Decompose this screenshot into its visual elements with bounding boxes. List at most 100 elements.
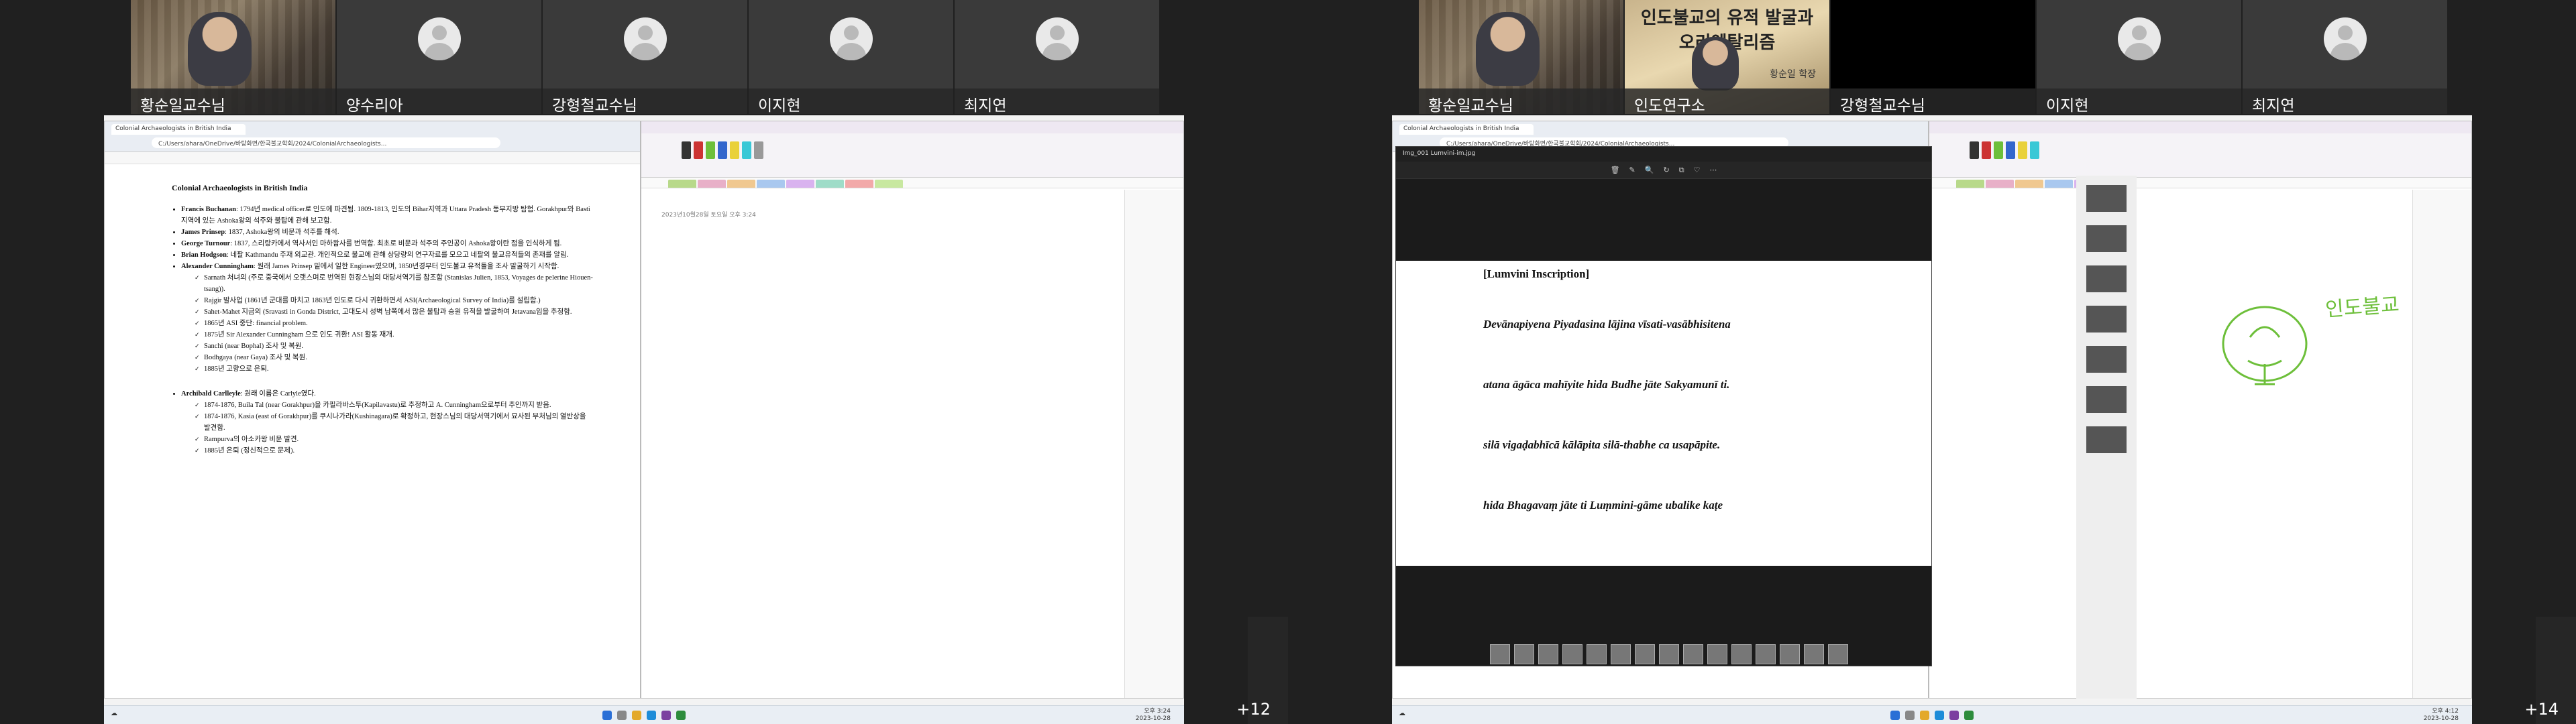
section-tab[interactable] (1956, 180, 1984, 188)
delete-icon[interactable]: 🗑 (1611, 166, 1620, 174)
onenote-icon[interactable] (661, 710, 671, 720)
filmstrip-thumb[interactable] (1562, 644, 1582, 664)
eraser-tool[interactable] (754, 141, 763, 159)
section-tabs (641, 178, 1183, 188)
filmstrip-thumb[interactable] (1731, 644, 1752, 664)
inscription-image: [Lumvini Inscription] Devānapiyena Piyad… (1396, 261, 1931, 566)
participant-tile[interactable]: 최지연 (2243, 0, 2447, 114)
zoom-icon[interactable]: 🔍 (1645, 166, 1654, 174)
address-bar[interactable]: C:/Users/ahara/OneDrive/바탕화면/한국불교학회/2024… (152, 137, 500, 148)
pen-green[interactable] (1994, 141, 2003, 159)
highlighter-yellow[interactable] (2018, 141, 2027, 159)
search-icon[interactable] (1905, 710, 1915, 720)
filmstrip-thumb[interactable] (1756, 644, 1776, 664)
pen-black[interactable] (682, 141, 691, 159)
note-canvas[interactable]: 인도불교 (1929, 190, 2412, 698)
participant-name: 양수리아 (337, 88, 541, 114)
sub-item: 1885년 은퇴 (정신적으로 문제). (195, 445, 593, 457)
thumbnail[interactable] (2086, 426, 2127, 453)
filmstrip-thumb[interactable] (1780, 644, 1800, 664)
sub-item: 1865년 ASI 중단: financial problem. (195, 318, 593, 329)
app-icon[interactable] (676, 710, 686, 720)
filmstrip-thumb[interactable] (1683, 644, 1703, 664)
participant-tile[interactable]: 최지연 (955, 0, 1159, 114)
explorer-icon[interactable] (632, 710, 641, 720)
thumbnail[interactable] (2086, 225, 2127, 252)
sub-item: Rajgir 발사업 (1861년 군대를 마치고 1863년 인도로 다시 귀… (195, 295, 593, 306)
filmstrip-thumb[interactable] (1490, 644, 1510, 664)
favorite-icon[interactable]: ♡ (1694, 166, 1701, 174)
section-tab[interactable] (2045, 180, 2073, 188)
thumbnail[interactable] (2086, 346, 2127, 373)
participant-tile[interactable]: 황순일교수님 (131, 0, 335, 114)
filmstrip-thumb[interactable] (1611, 644, 1631, 664)
participant-tile[interactable]: 황순일교수님 (1419, 0, 1623, 114)
more-participants-count[interactable]: +12 (1236, 700, 1271, 719)
list-item: James Prinsep: 1837, Ashoka왕의 비문과 석주를 해석… (181, 227, 593, 238)
pen-red[interactable] (1982, 141, 1991, 159)
filmstrip-thumb[interactable] (1828, 644, 1848, 664)
section-tab[interactable] (698, 180, 726, 188)
more-icon[interactable]: ⋯ (1709, 166, 1717, 174)
participant-tile[interactable]: 강형철교수님 (543, 0, 747, 114)
browser-icon[interactable] (647, 710, 656, 720)
section-tab[interactable] (816, 180, 844, 188)
taskbar-clock[interactable]: 오후 4:12 2023-10-28 (2424, 708, 2459, 723)
browser-tab[interactable]: Colonial Archaeologists in British India (1399, 124, 1534, 135)
rotate-icon[interactable]: ↻ (1663, 166, 1669, 174)
section-tab[interactable] (786, 180, 814, 188)
browser-icon[interactable] (1935, 710, 1944, 720)
more-participants-count[interactable]: +14 (2524, 700, 2559, 719)
participant-tile[interactable]: 인도불교의 유적 발굴과 오리엔탈리즘 황순일 학장 인도연구소 (1625, 0, 1829, 114)
participant-tile[interactable]: 이지현 (749, 0, 953, 114)
weather-widget[interactable]: ☁ (111, 710, 117, 717)
pen-green[interactable] (706, 141, 715, 159)
section-tab[interactable] (875, 180, 903, 188)
app-icon[interactable] (1964, 710, 1974, 720)
browser-tab[interactable]: Colonial Archaeologists in British India (111, 124, 246, 135)
filmstrip-thumb[interactable] (1804, 644, 1824, 664)
search-icon[interactable] (617, 710, 627, 720)
filmstrip-thumb[interactable] (1659, 644, 1679, 664)
pen-red[interactable] (694, 141, 703, 159)
highlighter-yellow[interactable] (730, 141, 739, 159)
section-tab[interactable] (757, 180, 785, 188)
weather-widget[interactable]: ☁ (1399, 710, 1405, 717)
participant-tile[interactable]: 양수리아 (337, 0, 541, 114)
pen-blue[interactable] (718, 141, 727, 159)
note-canvas[interactable]: 2023년10월28일 토요일 오후 3:24 (641, 190, 1124, 698)
edit-icon[interactable]: ✎ (1629, 166, 1635, 174)
start-icon[interactable] (1890, 710, 1900, 720)
highlighter-cyan[interactable] (742, 141, 751, 159)
thumbnail[interactable] (2086, 386, 2127, 413)
filmstrip (1490, 644, 1848, 664)
section-tab[interactable] (845, 180, 873, 188)
thumbnail[interactable] (2086, 306, 2127, 333)
filmstrip-thumb[interactable] (1707, 644, 1727, 664)
highlighter-cyan[interactable] (2030, 141, 2039, 159)
pen-blue[interactable] (2006, 141, 2015, 159)
thumbnail[interactable] (2086, 265, 2127, 292)
participant-name: 강형철교수님 (1831, 88, 2035, 114)
taskbar-clock[interactable]: 오후 3:24 2023-10-28 (1136, 708, 1171, 723)
inscription-line: atana āgāca mahīyite hida Budhe jāte Sak… (1483, 378, 1730, 391)
participant-tile[interactable]: 강형철교수님 (1831, 0, 2035, 114)
pen-black[interactable] (1970, 141, 1979, 159)
filmstrip-thumb[interactable] (1587, 644, 1607, 664)
onenote-icon[interactable] (1949, 710, 1959, 720)
section-tab[interactable] (668, 180, 696, 188)
browser-toolbar: Colonial Archaeologists in British India… (105, 121, 640, 152)
filmstrip-thumb[interactable] (1538, 644, 1558, 664)
thumbnail[interactable] (2086, 185, 2127, 212)
section-tab[interactable] (727, 180, 755, 188)
copy-icon[interactable]: ⧉ (1679, 166, 1684, 175)
section-tab[interactable] (1986, 180, 2014, 188)
start-icon[interactable] (602, 710, 612, 720)
filmstrip-thumb[interactable] (1514, 644, 1534, 664)
participant-tile[interactable]: 이지현 (2037, 0, 2241, 114)
explorer-icon[interactable] (1920, 710, 1929, 720)
participant-video (1476, 12, 1540, 86)
filmstrip-thumb[interactable] (1635, 644, 1655, 664)
onenote-window: 2023년10월28일 토요일 오후 3:24 (641, 121, 1184, 699)
section-tab[interactable] (2015, 180, 2043, 188)
